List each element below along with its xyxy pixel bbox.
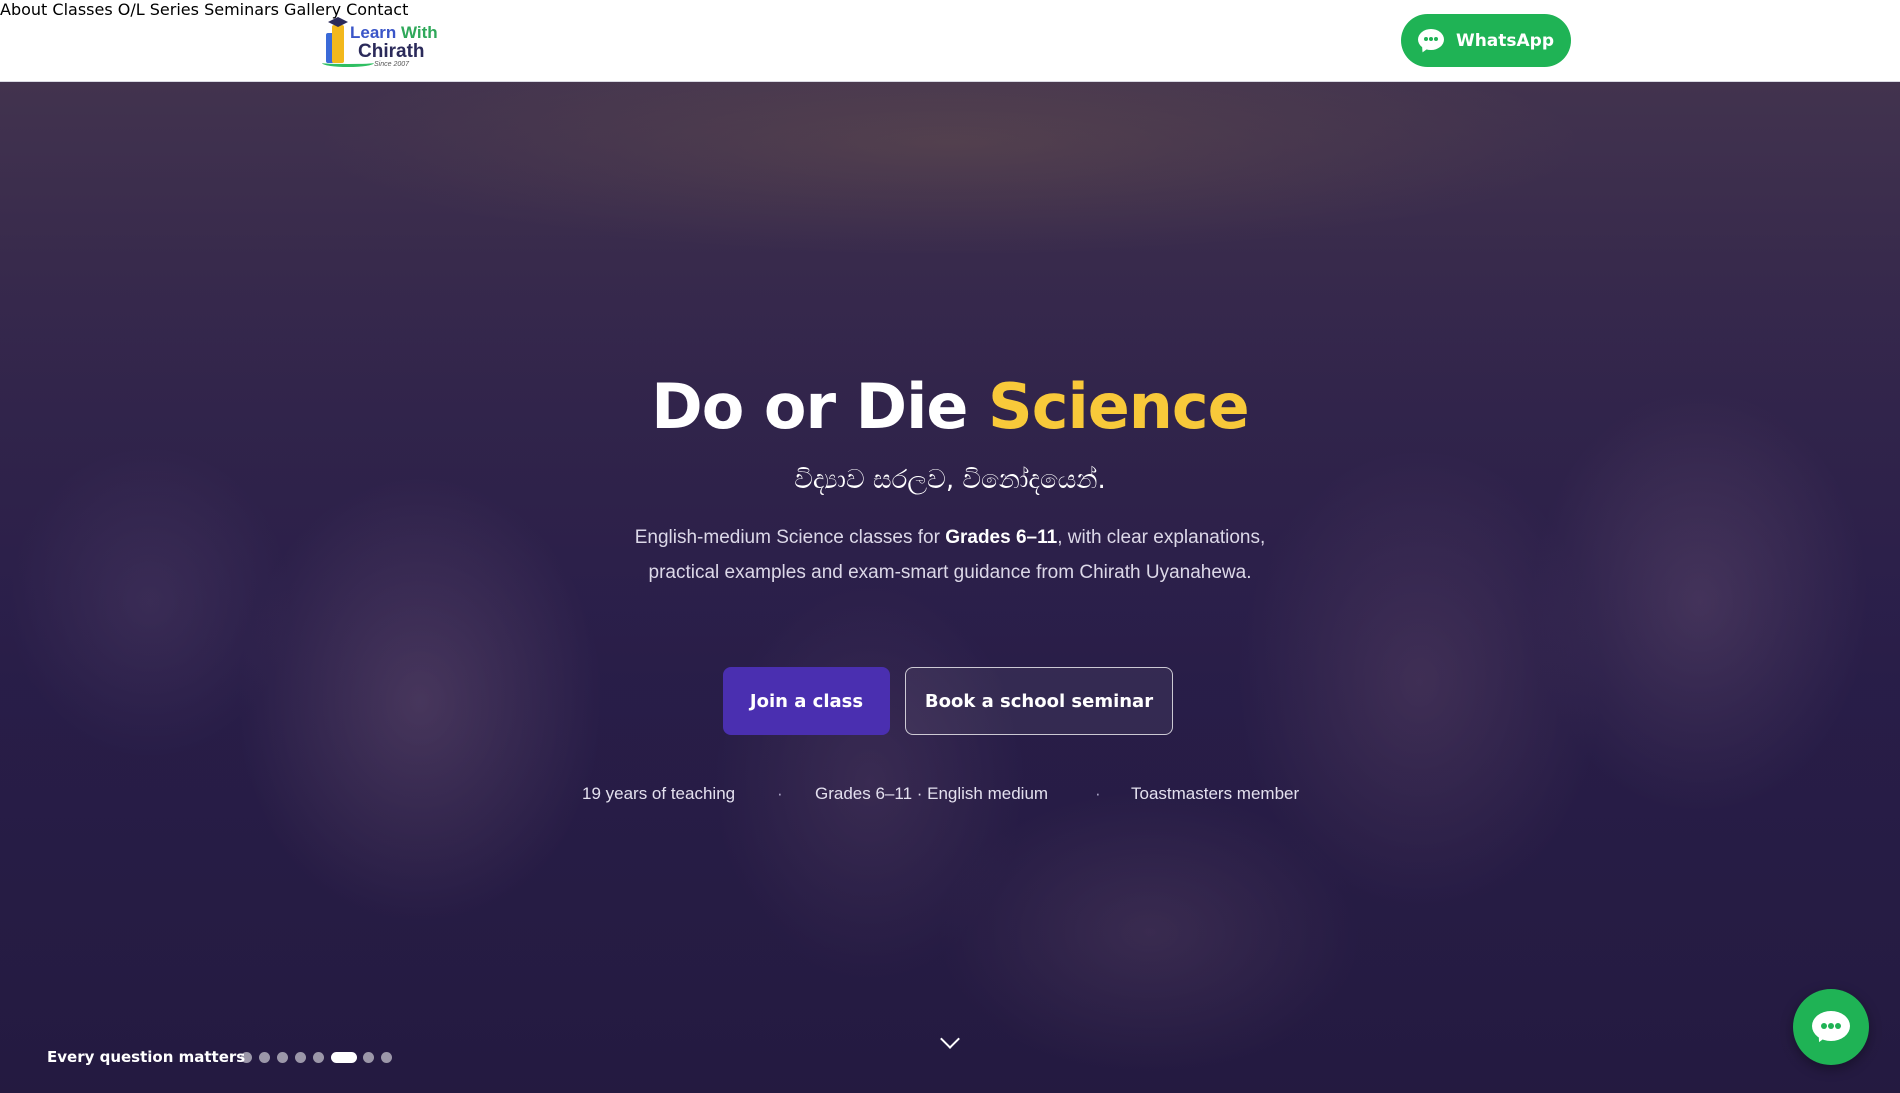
whatsapp-button-label: WhatsApp bbox=[1455, 30, 1555, 51]
chat-bubble-icon bbox=[1812, 1011, 1850, 1045]
main-nav: About Classes O/L Series Seminars Galler… bbox=[0, 0, 1900, 19]
slide-dot-8[interactable] bbox=[381, 1052, 392, 1063]
whatsapp-chat-icon bbox=[1417, 28, 1444, 54]
nav-ol-series[interactable]: O/L Series bbox=[118, 0, 199, 19]
hero-title: Do or Die Science bbox=[651, 370, 1249, 443]
nav-about[interactable]: About bbox=[0, 0, 47, 19]
whatsapp-button[interactable]: WhatsApp bbox=[1401, 14, 1571, 67]
slide-dot-2[interactable] bbox=[259, 1052, 270, 1063]
brand-logo[interactable]: Learn With Chirath Since 2007 bbox=[322, 13, 446, 69]
hero-description: English-medium Science classes for Grade… bbox=[634, 527, 1266, 583]
join-class-button[interactable]: Join a class bbox=[723, 667, 890, 735]
logo-tagline: Since 2007 bbox=[374, 61, 410, 68]
logo-text: Learn With bbox=[350, 23, 438, 42]
nav-seminars[interactable]: Seminars bbox=[204, 0, 279, 19]
slide-dot-1[interactable] bbox=[241, 1052, 252, 1063]
stat-years: 19 years of teaching bbox=[582, 784, 736, 803]
graduation-cap-icon bbox=[328, 17, 348, 27]
hero-subtitle: විද්‍යාව සරලව, විනෝදයෙන්. bbox=[794, 465, 1106, 495]
slide-dot-7[interactable] bbox=[363, 1052, 374, 1063]
chevron-down-icon[interactable] bbox=[940, 1029, 960, 1052]
stat-separator: · bbox=[777, 784, 783, 803]
logo-pillar bbox=[332, 25, 344, 63]
slide-dot-5[interactable] bbox=[313, 1052, 324, 1063]
logo-text: Chirath bbox=[358, 41, 425, 62]
nav-classes[interactable]: Classes bbox=[52, 0, 112, 19]
slide-dot-3[interactable] bbox=[277, 1052, 288, 1063]
slide-dot-4[interactable] bbox=[295, 1052, 306, 1063]
floating-chat-button[interactable] bbox=[1793, 989, 1869, 1065]
book-seminar-button[interactable]: Book a school seminar bbox=[905, 667, 1173, 735]
stat-separator: · bbox=[1095, 784, 1101, 803]
slide-caption: Every question matters bbox=[47, 1048, 246, 1066]
hero-section: Do or Die Science විද්‍යාව සරලව, විනෝදයෙ… bbox=[0, 82, 1900, 1093]
stat-toastmasters: Toastmasters member bbox=[1131, 784, 1300, 803]
slide-dot-6-active[interactable] bbox=[331, 1052, 357, 1063]
site-header: Learn With Chirath Since 2007 About Clas… bbox=[0, 0, 1900, 82]
stat-grades: Grades 6–11 · English medium bbox=[815, 784, 1049, 803]
